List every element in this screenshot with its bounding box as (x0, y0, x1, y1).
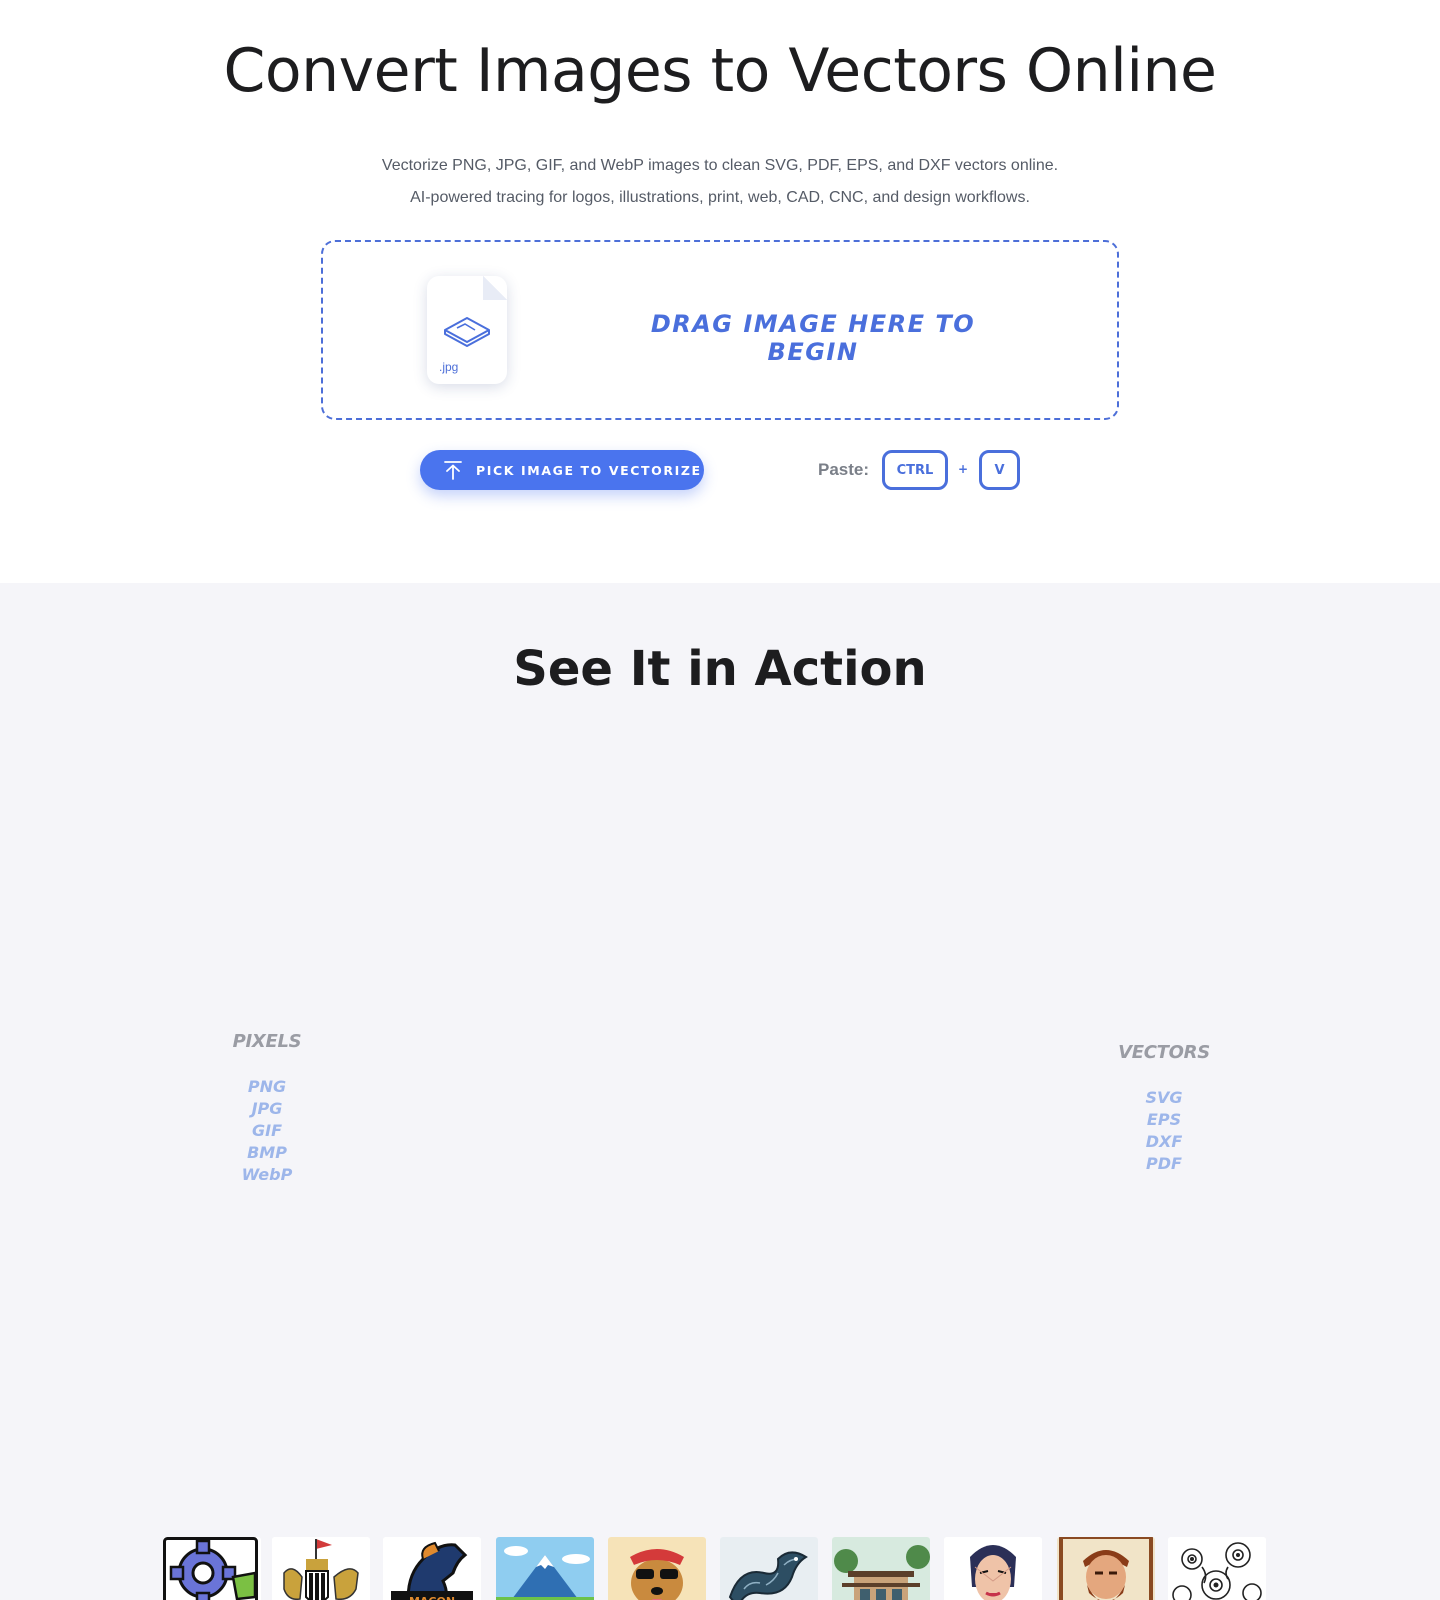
example-crest[interactable] (272, 1537, 370, 1600)
format-webp: WebP (241, 1165, 293, 1184)
crest-icon (272, 1537, 370, 1600)
see-it-in-action-section: See It in Action PIXELS PNG JPG GIF BMP … (0, 583, 1440, 1600)
format-bmp: BMP (247, 1143, 287, 1162)
example-bearded-man[interactable] (1057, 1537, 1155, 1600)
svg-text:MACON: MACON (409, 1595, 455, 1600)
mountain-icon (496, 1537, 594, 1600)
pick-image-button[interactable]: PICK IMAGE TO VECTORIZE (420, 450, 704, 490)
format-dxf: DXF (1145, 1132, 1183, 1151)
page-title: Convert Images to Vectors Online (223, 36, 1217, 106)
example-house[interactable] (832, 1537, 930, 1600)
upload-icon (444, 461, 462, 480)
paste-label: Paste: (818, 460, 870, 479)
format-jpg: JPG (251, 1099, 283, 1118)
example-horse-logo[interactable]: MACON (383, 1537, 481, 1600)
format-pdf: PDF (1146, 1154, 1182, 1173)
gear-icon (163, 1537, 258, 1600)
plus-sign: + (958, 462, 969, 476)
image-file-icon (444, 317, 490, 347)
file-placeholder-card: .jpg (427, 276, 507, 384)
file-extension-label: .jpg (439, 360, 459, 374)
pixels-format-list: PIXELS PNG JPG GIF BMP WebP (197, 1031, 337, 1186)
pixels-heading: PIXELS (232, 1031, 302, 1052)
image-dropzone[interactable]: .jpg DRAG IMAGE HERE TO BEGIN (321, 240, 1119, 420)
format-png: PNG (247, 1077, 287, 1096)
ctrl-key[interactable]: CTRL (882, 450, 948, 490)
house-icon (832, 1537, 930, 1600)
dragon-icon (720, 1537, 818, 1600)
horse-logo-icon: MACON (383, 1537, 481, 1600)
hero-section: Convert Images to Vectors Online Vectori… (0, 0, 1440, 583)
example-thumbnails: MACON (0, 1537, 1440, 1600)
pick-image-label: PICK IMAGE TO VECTORIZE (476, 462, 702, 478)
drop-instruction: DRAG IMAGE HERE TO BEGIN (650, 310, 976, 366)
example-gear[interactable] (163, 1537, 261, 1600)
example-dog[interactable] (608, 1537, 706, 1600)
format-gif: GIF (251, 1121, 282, 1140)
dog-icon (608, 1537, 706, 1600)
bearded-man-icon (1057, 1537, 1155, 1600)
example-woman-portrait[interactable] (944, 1537, 1042, 1600)
subtitle-line-2: AI-powered tracing for logos, illustrati… (410, 189, 1030, 206)
format-eps: EPS (1146, 1110, 1182, 1129)
example-mountain[interactable] (496, 1537, 594, 1600)
floral-pattern-icon (1168, 1537, 1266, 1600)
v-key[interactable]: V (979, 450, 1020, 490)
vectors-heading: VECTORS (1118, 1042, 1210, 1063)
section-title: See It in Action (513, 641, 927, 697)
woman-portrait-icon (944, 1537, 1042, 1600)
hero-subtitle: Vectorize PNG, JPG, GIF, and WebP images… (0, 150, 1440, 214)
file-corner-fold (483, 276, 507, 300)
example-floral-pattern[interactable] (1168, 1537, 1266, 1600)
subtitle-line-1: Vectorize PNG, JPG, GIF, and WebP images… (381, 157, 1059, 174)
example-dragon[interactable] (720, 1537, 818, 1600)
vectors-format-list: VECTORS SVG EPS DXF PDF (1094, 1042, 1234, 1175)
format-svg: SVG (1145, 1088, 1183, 1107)
